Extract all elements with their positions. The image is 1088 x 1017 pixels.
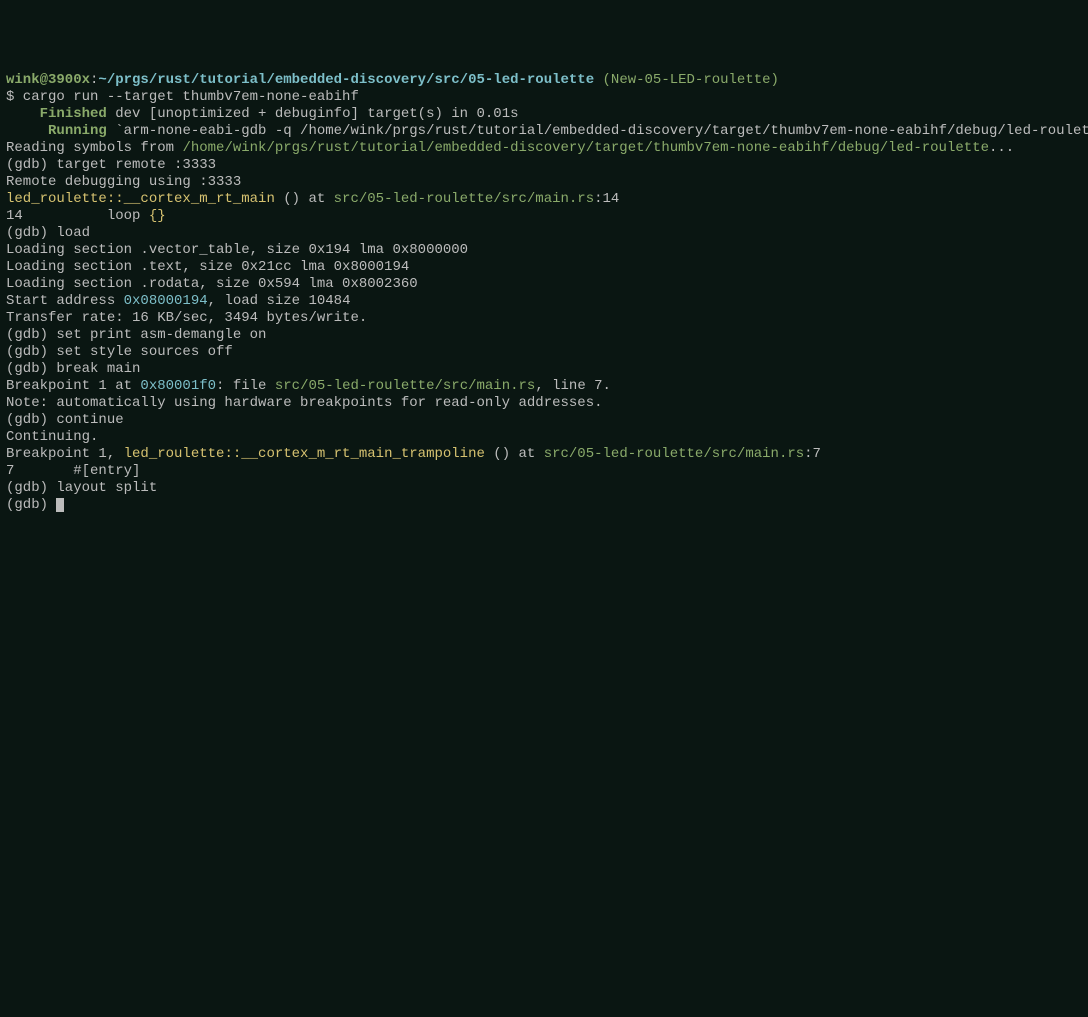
gdb-set-style: (gdb) set style sources off [6,344,1082,361]
breakpoint-address: 0x80001f0 [140,378,216,394]
user-host: wink@3900x [6,72,90,88]
gdb-continue: (gdb) continue [6,412,1082,429]
source-file: src/05-led-roulette/src/main.rs [334,191,594,207]
trampoline-file: src/05-led-roulette/src/main.rs [544,446,804,462]
breakpoint-hit: Breakpoint 1, led_roulette::__cortex_m_r… [6,446,1082,463]
symbol-path: /home/wink/prgs/rust/tutorial/embedded-d… [182,140,989,156]
function-location: led_roulette::__cortex_m_rt_main () at s… [6,191,1082,208]
hw-breakpoint-note: Note: automatically using hardware break… [6,395,1082,412]
cargo-command: $ cargo run --target thumbv7em-none-eabi… [6,89,1082,106]
start-address: Start address 0x08000194, load size 1048… [6,293,1082,310]
prompt-line: wink@3900x:~/prgs/rust/tutorial/embedded… [6,72,1082,89]
source-line-14: 14 loop {} [6,208,1082,225]
cargo-running: Running `arm-none-eabi-gdb -q /home/wink… [6,123,1082,140]
gdb-layout-split: (gdb) layout split [6,480,1082,497]
source-line-7: 7 #[entry] [6,463,1082,480]
loading-text: Loading section .text, size 0x21cc lma 0… [6,259,1082,276]
cursor-icon [56,498,64,512]
cwd: ~/prgs/rust/tutorial/embedded-discovery/… [98,72,594,88]
remote-debugging: Remote debugging using :3333 [6,174,1082,191]
loading-rodata: Loading section .rodata, size 0x594 lma … [6,276,1082,293]
loading-vector-table: Loading section .vector_table, size 0x19… [6,242,1082,259]
transfer-rate: Transfer rate: 16 KB/sec, 3494 bytes/wri… [6,310,1082,327]
git-branch: (New-05-LED-roulette) [594,72,779,88]
breakpoint-file: src/05-led-roulette/src/main.rs [275,378,535,394]
trampoline-function: led_roulette::__cortex_m_rt_main_trampol… [124,446,485,462]
reading-symbols: Reading symbols from /home/wink/prgs/rus… [6,140,1082,157]
function-name: led_roulette::__cortex_m_rt_main [6,191,275,207]
gdb-set-demangle: (gdb) set print asm-demangle on [6,327,1082,344]
gdb-break-main: (gdb) break main [6,361,1082,378]
gdb-prompt[interactable]: (gdb) [6,497,1082,514]
terminal-output[interactable]: wink@3900x:~/prgs/rust/tutorial/embedded… [6,72,1082,514]
gdb-target-remote: (gdb) target remote :3333 [6,157,1082,174]
continuing: Continuing. [6,429,1082,446]
gdb-load: (gdb) load [6,225,1082,242]
address-value: 0x08000194 [124,293,208,309]
cargo-finished: Finished dev [unoptimized + debuginfo] t… [6,106,1082,123]
breakpoint-set: Breakpoint 1 at 0x80001f0: file src/05-l… [6,378,1082,395]
